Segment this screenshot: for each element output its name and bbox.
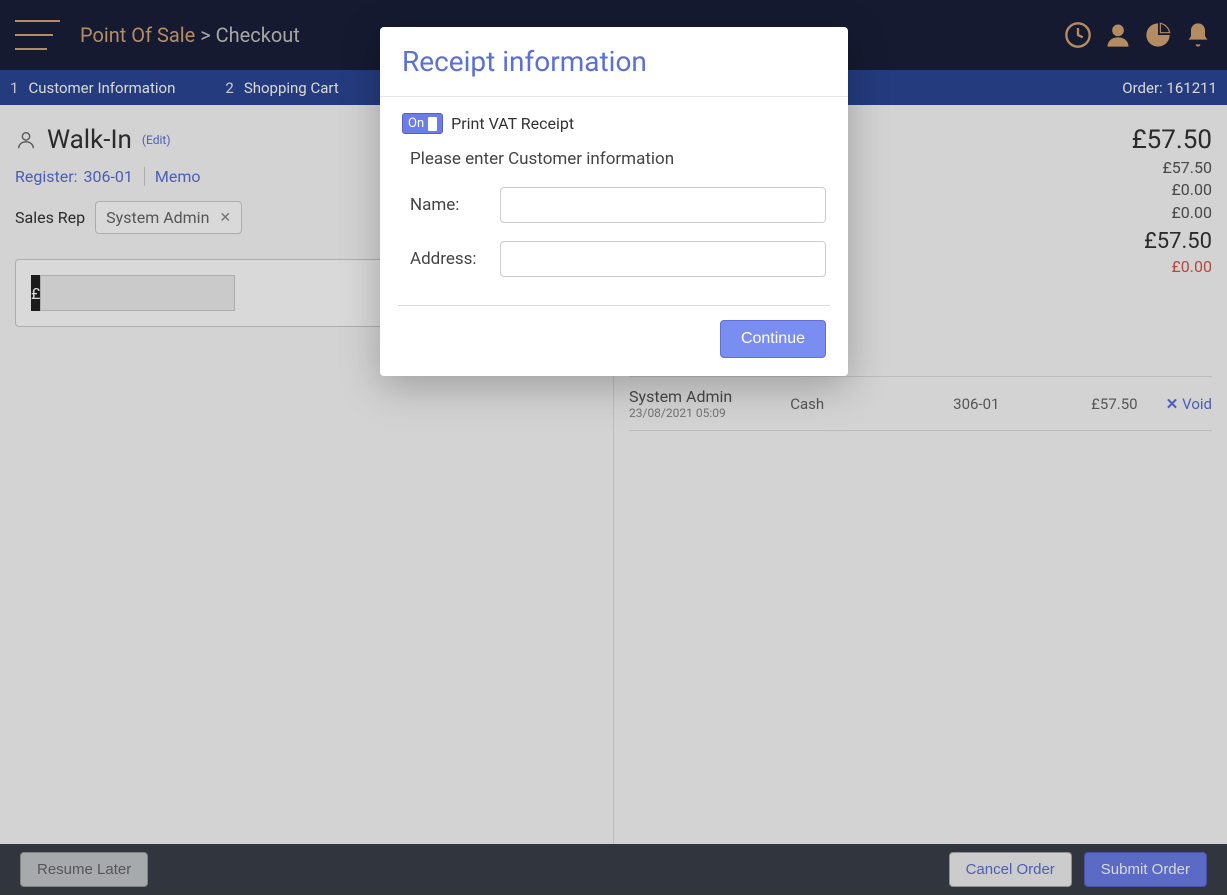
address-input[interactable]: [500, 241, 826, 277]
name-field-row: Name:: [410, 187, 826, 223]
modal-footer: Continue: [380, 306, 848, 376]
address-label: Address:: [410, 249, 500, 269]
vat-toggle-row: On Print VAT Receipt: [402, 113, 826, 134]
toggle-knob: [428, 117, 437, 131]
modal-title: Receipt information: [380, 27, 848, 97]
modal-prompt: Please enter Customer information: [410, 149, 826, 169]
name-input[interactable]: [500, 187, 826, 223]
vat-toggle-label: Print VAT Receipt: [451, 114, 574, 133]
receipt-info-modal: Receipt information On Print VAT Receipt…: [380, 27, 848, 376]
address-field-row: Address:: [410, 241, 826, 277]
modal-body: On Print VAT Receipt Please enter Custom…: [380, 97, 848, 305]
continue-button[interactable]: Continue: [720, 320, 826, 358]
vat-toggle[interactable]: On: [402, 113, 443, 134]
name-label: Name:: [410, 195, 500, 215]
